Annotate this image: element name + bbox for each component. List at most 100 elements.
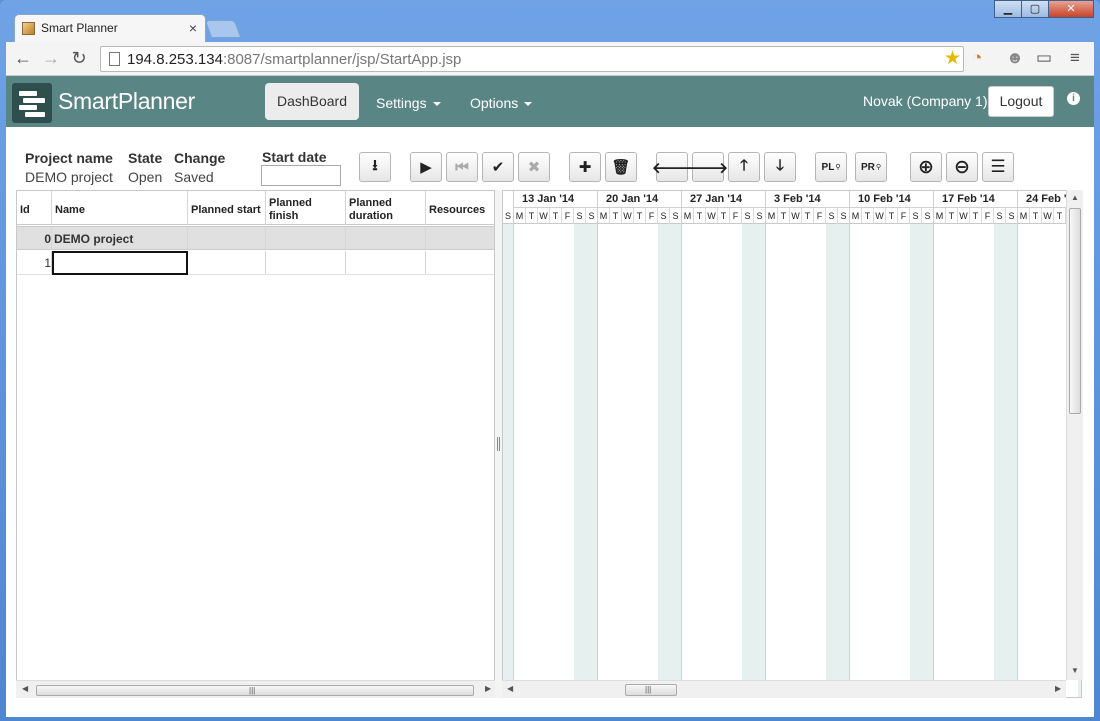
add-task-button[interactable]: ✚ [569,152,601,182]
logo-icon [12,83,52,123]
rss-icon[interactable]: ◔ [972,48,982,68]
day-label: S [658,208,670,224]
col-planned-finish[interactable]: Planned finish [266,191,346,225]
table-row[interactable]: 1 [17,251,494,275]
nav-settings[interactable]: Settings [376,95,441,111]
table-row[interactable]: 0 DEMO project [17,226,494,250]
pr-search-button[interactable]: PR ⚲ [855,152,887,182]
task-name-edit-input[interactable] [52,251,188,275]
address-bar[interactable]: 194.8.253.134:8087/smartplanner/jsp/Star… [100,46,964,72]
info-icon[interactable]: i [1067,92,1080,105]
zoom-out-icon: ⊖ [954,156,970,178]
gantt-vertical-scrollbar[interactable]: ▲ ▼ [1066,190,1083,680]
start-date-block: Start date [262,149,327,165]
arrow-left-icon: 🡐 [651,159,693,177]
day-label: M [766,208,778,224]
pl-search-button[interactable]: PL ⚲ [815,152,847,182]
arrow-down-icon: 🡓 [776,156,784,174]
scroll-left-icon[interactable]: ◀ [22,684,28,693]
day-label: M [850,208,862,224]
scroll-up-icon[interactable]: ▲ [1071,193,1079,202]
scroll-right-icon[interactable]: ▶ [1055,684,1061,693]
move-up-button[interactable]: 🡑 [728,152,760,182]
start-date-label: Start date [262,149,327,165]
day-label: W [1042,208,1054,224]
scroll-left-icon[interactable]: ◀ [507,684,513,693]
weekend-column [994,224,1018,697]
day-label: T [1054,208,1066,224]
day-label: T [802,208,814,224]
save-button[interactable]: ⭳ [359,152,391,182]
row-duration[interactable] [346,227,426,249]
arrow-up-icon: 🡑 [740,156,748,174]
weekend-column [742,224,766,697]
row-finish[interactable] [266,251,346,274]
first-button[interactable]: ⏮ [446,152,478,182]
confirm-button[interactable]: ✔ [482,152,514,182]
day-label: W [958,208,970,224]
indent-button[interactable]: 🡒 [688,152,728,182]
play-button[interactable]: ▶ [410,152,442,182]
browser-window: Smart Planner × ▁ ▢ ✕ ← → ↻ 194.8.253.13… [0,0,1100,721]
reload-icon[interactable]: ↻ [68,48,90,69]
pl-search-icon: PL [821,161,835,173]
tab-close-icon[interactable]: × [189,20,197,36]
back-icon[interactable]: ← [12,48,34,69]
weekend-column [910,224,934,697]
col-name[interactable]: Name [52,191,188,225]
cancel-button[interactable]: ✖ [518,152,550,182]
move-down-button[interactable]: 🡓 [764,152,796,182]
row-finish[interactable] [266,227,346,249]
col-planned-start[interactable]: Planned start [188,191,266,225]
scroll-down-icon[interactable]: ▼ [1071,666,1079,675]
trash-icon: 🗑 [611,159,631,176]
new-tab-button[interactable] [204,20,242,38]
current-user: Novak (Company 1) [863,93,988,109]
col-resources[interactable]: Resources [426,191,494,225]
minimize-button[interactable]: ▁ [994,0,1022,18]
start-date-input[interactable] [261,165,341,186]
logout-button[interactable]: Logout [988,86,1054,117]
gantt-horizontal-scrollbar[interactable]: ◀ ||| ▶ [502,680,1066,698]
grid-scroll-thumb[interactable]: ||| [36,685,474,696]
row-start[interactable] [188,251,266,274]
fit-button[interactable]: ☰ [982,152,1014,182]
row-resources[interactable] [426,227,494,249]
window-icon[interactable]: ▭ [1036,48,1052,68]
grid-horizontal-scrollbar[interactable]: ◀ ||| ▶ [16,680,495,698]
delete-task-button[interactable]: 🗑 [605,152,637,182]
day-label: W [874,208,886,224]
day-label: W [706,208,718,224]
nav-dashboard[interactable]: DashBoard [265,83,359,120]
zoom-out-button[interactable]: ⊖ [946,152,978,182]
week-separator [597,191,598,697]
panel-splitter[interactable] [495,190,502,698]
zoom-in-button[interactable]: ⊕ [910,152,942,182]
extension-icon[interactable]: ☻ [1006,48,1024,68]
row-duration[interactable] [346,251,426,274]
day-label: S [826,208,838,224]
col-planned-duration[interactable]: Planned duration [346,191,426,225]
week-label: 27 Jan '14 [682,191,766,208]
browser-tab[interactable]: Smart Planner × [14,14,206,42]
row-name[interactable]: DEMO project [52,227,188,249]
forward-icon[interactable]: → [40,48,62,69]
weekend-column [826,224,850,697]
window-close-button[interactable]: ✕ [1048,0,1094,18]
project-name-label: Project name [25,150,113,166]
scroll-right-icon[interactable]: ▶ [485,684,491,693]
day-label: S [574,208,586,224]
star-icon[interactable]: ★ [944,47,961,70]
row-resources[interactable] [426,251,494,274]
row-id: 1 [17,251,52,274]
gantt-vscroll-thumb[interactable] [1069,208,1081,414]
nav-options[interactable]: Options [470,95,533,111]
row-start[interactable] [188,227,266,249]
menu-icon[interactable]: ≡ [1070,48,1080,68]
outdent-button[interactable]: 🡐 [652,152,692,182]
col-id[interactable]: Id [17,191,52,225]
arrow-right-icon: 🡒 [687,159,729,177]
day-label: T [886,208,898,224]
maximize-button[interactable]: ▢ [1021,0,1049,18]
gantt-hscroll-thumb[interactable]: ||| [625,684,677,696]
